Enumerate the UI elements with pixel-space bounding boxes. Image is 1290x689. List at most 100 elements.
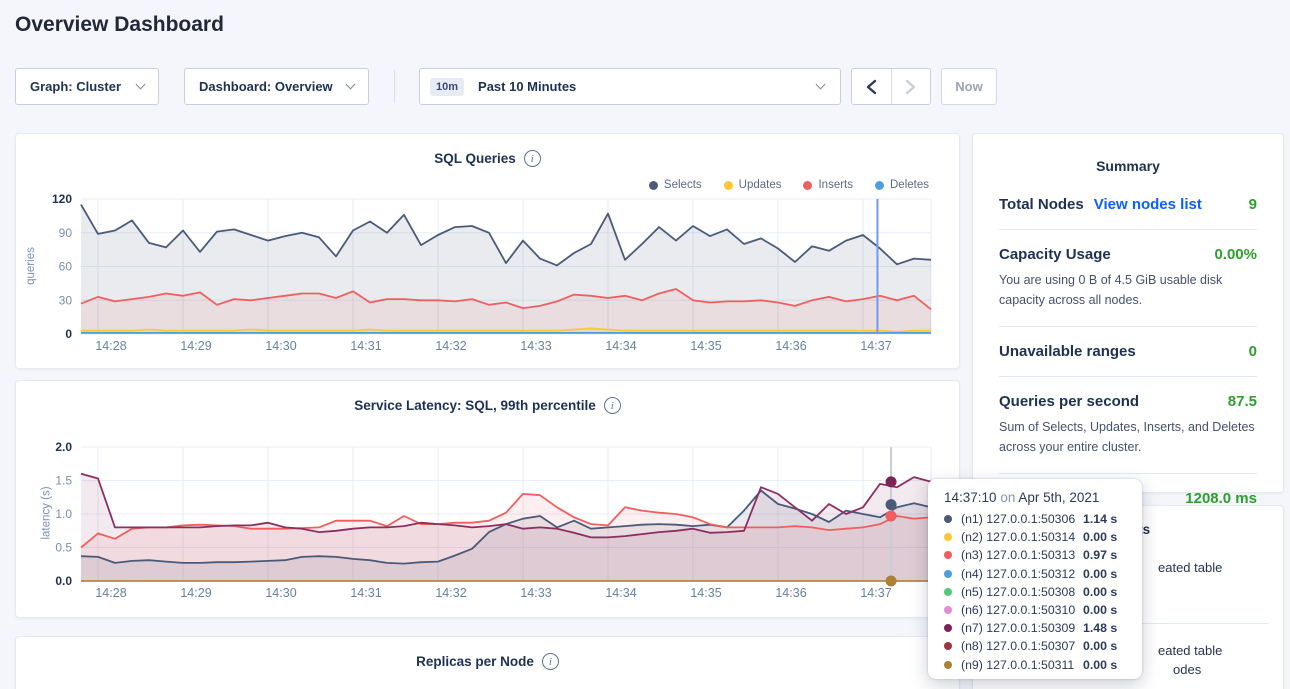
chevron-left-icon [866,79,877,95]
svg-text:14:30: 14:30 [265,586,296,600]
tooltip-on: on [1000,490,1015,505]
dashboard-dropdown-label: Dashboard: Overview [199,79,333,94]
svg-text:1.0: 1.0 [55,507,72,521]
time-range-dropdown[interactable]: 10m Past 10 Minutes [419,68,841,105]
node-latency-value: 0.00 s [1083,639,1117,653]
tooltip-row: (n8) 127.0.0.1:503070.00 s [944,637,1126,655]
qps-row: Queries per second 87.5 [999,377,1257,410]
svg-text:14:29: 14:29 [180,586,211,600]
svg-text:14:31: 14:31 [350,586,381,600]
node-address: (n8) 127.0.0.1:50307 [961,639,1083,653]
node-latency-value: 1.14 s [1083,512,1117,526]
sql-queries-card: SQL Queries i SelectsUpdatesInsertsDelet… [15,133,960,369]
summary-title: Summary [999,152,1257,190]
event-text-fragment[interactable]: eated table [1158,560,1222,575]
node-latency-value: 0.00 s [1083,567,1117,581]
time-nav-arrows [851,68,931,105]
unavailable-ranges-row: Unavailable ranges 0 [999,327,1257,360]
node-address: (n5) 127.0.0.1:50308 [961,585,1083,599]
node-address: (n6) 127.0.0.1:50310 [961,603,1083,617]
node-color-dot-icon [944,515,952,523]
unavailable-ranges-value: 0 [1249,343,1257,360]
next-range-button[interactable] [891,69,930,104]
qps-value: 87.5 [1228,393,1257,410]
svg-text:14:32: 14:32 [435,339,466,353]
svg-text:14:31: 14:31 [350,339,381,353]
toolbar-divider [394,70,395,103]
node-latency-value: 1.48 s [1083,621,1117,635]
overview-dashboard-page: Overview Dashboard Graph: Cluster Dashbo… [0,0,1290,689]
node-latency-value: 0.00 s [1083,603,1117,617]
svg-text:0.5: 0.5 [55,541,72,555]
svg-text:14:32: 14:32 [435,586,466,600]
svg-text:14:37: 14:37 [860,339,891,353]
capacity-value: 0.00% [1214,246,1257,263]
svg-text:2.0: 2.0 [55,440,72,454]
chevron-down-icon [346,80,356,90]
node-latency-value: 0.00 s [1083,530,1117,544]
node-color-dot-icon [944,588,952,596]
latency-chart[interactable]: 0.00.51.01.52.014:2814:2914:3014:3114:32… [16,381,961,619]
tooltip-row: (n2) 127.0.0.1:503140.00 s [944,528,1126,546]
node-color-dot-icon [944,551,952,559]
svg-text:14:35: 14:35 [690,339,721,353]
svg-text:14:36: 14:36 [775,586,806,600]
tooltip-row: (n5) 127.0.0.1:503080.00 s [944,583,1126,601]
tooltip-row: (n7) 127.0.0.1:503091.48 s [944,619,1126,637]
node-address: (n3) 127.0.0.1:50313 [961,548,1083,562]
capacity-row: Capacity Usage 0.00% [999,230,1257,263]
prev-range-button[interactable] [852,69,891,104]
event-text-fragment[interactable]: eated table [1158,643,1222,658]
chevron-right-icon [905,79,916,95]
node-latency-value: 0.00 s [1083,585,1117,599]
svg-text:14:33: 14:33 [520,339,551,353]
svg-text:0: 0 [65,327,72,341]
node-color-dot-icon [944,624,952,632]
svg-text:120: 120 [52,192,72,206]
svg-text:14:35: 14:35 [690,586,721,600]
svg-text:14:28: 14:28 [95,339,126,353]
tooltip-rows: (n1) 127.0.0.1:503061.14 s(n2) 127.0.0.1… [944,510,1126,674]
svg-text:14:30: 14:30 [265,339,296,353]
tooltip-date: Apr 5th, 2021 [1018,490,1099,505]
now-button[interactable]: Now [941,68,997,105]
svg-text:14:34: 14:34 [605,586,636,600]
total-nodes-label: Total Nodes [999,196,1084,213]
tooltip-row: (n1) 127.0.0.1:503061.14 s [944,510,1126,528]
node-color-dot-icon [944,642,952,650]
svg-text:14:37: 14:37 [860,586,891,600]
graph-dropdown[interactable]: Graph: Cluster [15,68,159,105]
svg-text:0.0: 0.0 [55,574,72,588]
time-range-badge: 10m [430,78,464,96]
tooltip-row: (n3) 127.0.0.1:503130.97 s [944,546,1126,564]
tooltip-row: (n4) 127.0.0.1:503120.00 s [944,565,1126,583]
sql-queries-chart[interactable]: 030609012014:2814:2914:3014:3114:3214:33… [16,134,961,370]
total-nodes-row: Total Nodes View nodes list 9 [999,190,1257,213]
summary-card: Summary Total Nodes View nodes list 9 Ca… [972,133,1284,493]
node-address: (n2) 127.0.0.1:50314 [961,530,1083,544]
capacity-desc: You are using 0 B of 4.5 GiB usable disk… [999,263,1257,310]
time-range-label: Past 10 Minutes [478,79,576,94]
page-title: Overview Dashboard [15,13,224,37]
svg-text:60: 60 [59,260,73,274]
info-icon[interactable]: i [542,653,559,670]
latency-card: Service Latency: SQL, 99th percentile i … [15,380,960,618]
node-color-dot-icon [944,606,952,614]
tooltip-row: (n9) 127.0.0.1:503110.00 s [944,656,1126,674]
qps-desc: Sum of Selects, Updates, Inserts, and De… [999,410,1257,457]
tooltip-row: (n6) 127.0.0.1:503100.00 s [944,601,1126,619]
node-address: (n9) 127.0.0.1:50311 [961,658,1083,672]
node-color-dot-icon [944,661,952,669]
unavailable-ranges-label: Unavailable ranges [999,343,1136,360]
replicas-title: Replicas per Node [416,654,534,669]
event-text-fragment[interactable]: odes [1173,662,1201,677]
node-color-dot-icon [944,533,952,541]
svg-text:14:33: 14:33 [520,586,551,600]
svg-text:30: 30 [59,293,73,307]
graph-dropdown-label: Graph: Cluster [30,79,121,94]
node-address: (n7) 127.0.0.1:50309 [961,621,1083,635]
view-nodes-list-link[interactable]: View nodes list [1094,196,1202,213]
node-latency-value: 0.97 s [1083,548,1117,562]
dashboard-dropdown[interactable]: Dashboard: Overview [184,68,369,105]
chart-hover-tooltip: 14:37:10 on Apr 5th, 2021 (n1) 127.0.0.1… [928,479,1142,679]
